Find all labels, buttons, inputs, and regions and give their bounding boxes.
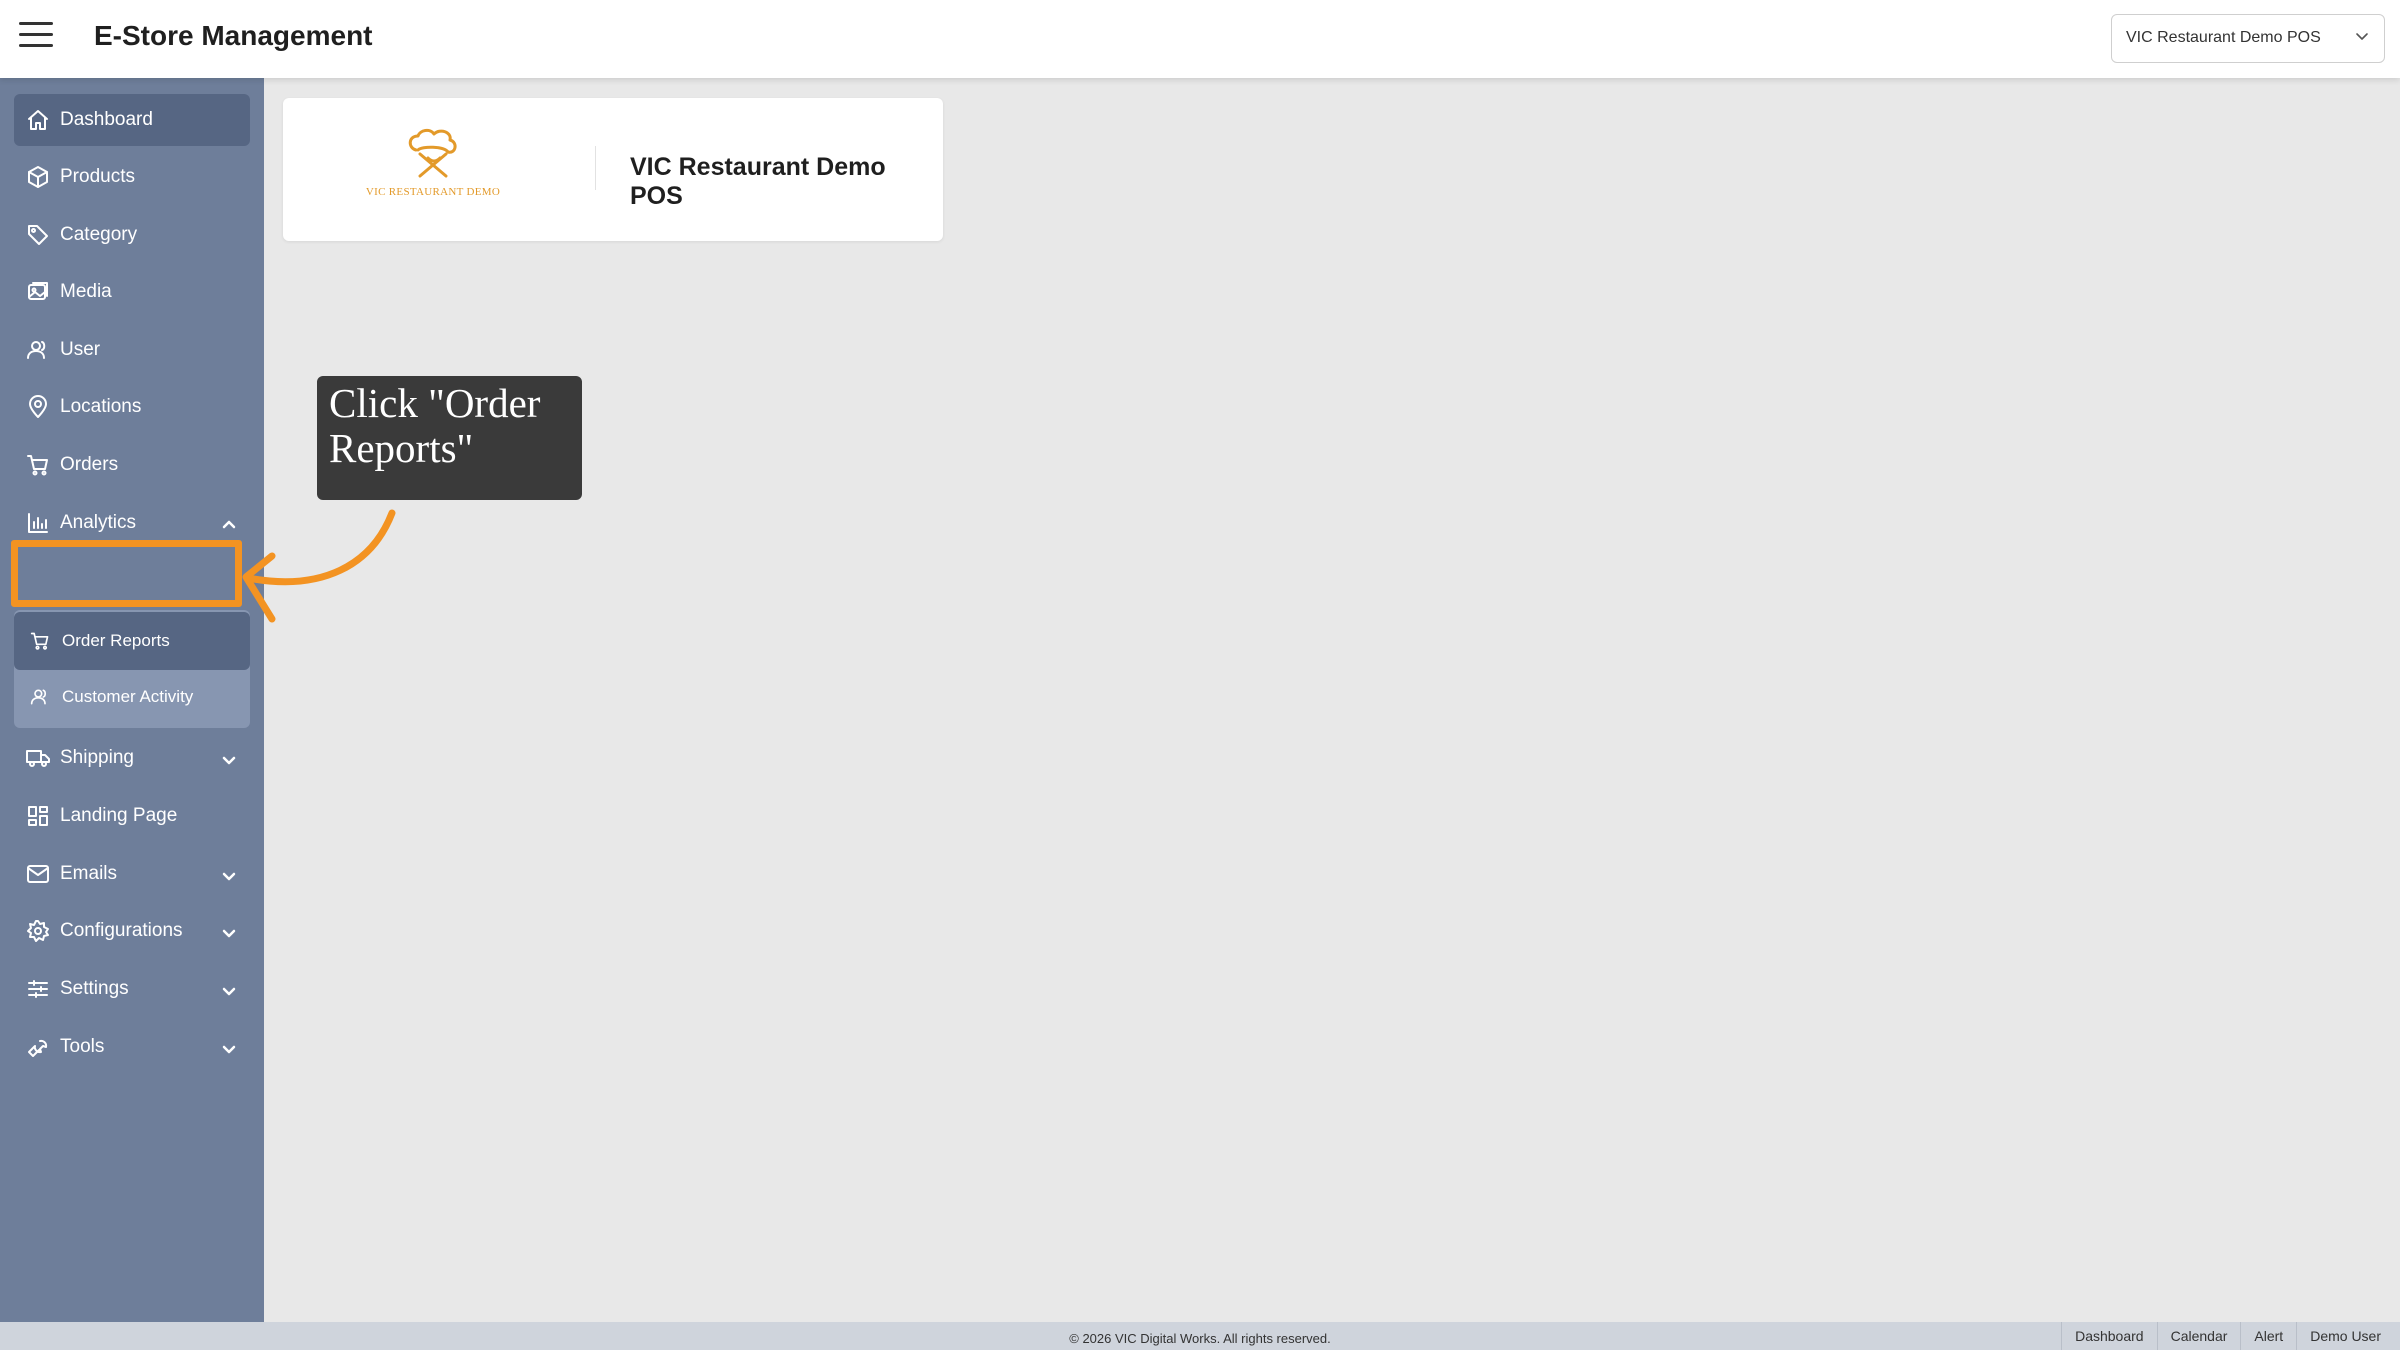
sidebar: Dashboard Products Category Media User L… bbox=[0, 78, 264, 1322]
sidebar-item-settings[interactable]: Settings bbox=[14, 963, 250, 1015]
card-divider bbox=[595, 146, 596, 190]
sidebar-item-tools[interactable]: Tools bbox=[14, 1021, 250, 1073]
sidebar-item-label: Tools bbox=[60, 1036, 105, 1057]
chevron-down-icon bbox=[222, 924, 236, 938]
copyright-text: © 2026 VIC Digital Works. All rights res… bbox=[1069, 1331, 1331, 1346]
top-bar: E-Store Management VIC Restaurant Demo P… bbox=[0, 0, 2400, 78]
sidebar-item-dashboard[interactable]: Dashboard bbox=[14, 94, 250, 146]
logo-text: VIC RESTAURANT DEMO bbox=[365, 186, 501, 198]
mail-icon bbox=[26, 862, 50, 886]
sidebar-item-orders[interactable]: Orders bbox=[14, 439, 250, 491]
sidebar-subitem-customer-activity[interactable]: Customer Activity bbox=[14, 672, 250, 722]
chevron-down-icon bbox=[222, 867, 236, 881]
store-logo: VIC RESTAURANT DEMO bbox=[358, 128, 508, 203]
sidebar-item-label: Analytics bbox=[60, 512, 137, 533]
bar-chart-icon bbox=[26, 511, 50, 535]
users-icon bbox=[26, 338, 50, 362]
chevron-up-icon bbox=[222, 516, 236, 530]
sidebar-item-configurations[interactable]: Configurations bbox=[14, 905, 250, 957]
store-selector-value: VIC Restaurant Demo POS bbox=[2126, 29, 2321, 46]
sliders-icon bbox=[26, 977, 50, 1001]
sidebar-item-category[interactable]: Category bbox=[14, 209, 250, 261]
chevron-down-icon bbox=[222, 1040, 236, 1054]
truck-icon bbox=[26, 746, 50, 770]
chevron-down-icon bbox=[2356, 33, 2368, 40]
layout-grid-icon bbox=[26, 804, 50, 828]
sidebar-item-label: Products bbox=[60, 166, 135, 187]
sidebar-item-label: Settings bbox=[60, 978, 129, 999]
hamburger-icon[interactable] bbox=[19, 22, 53, 52]
footer-link-alert[interactable]: Alert bbox=[2240, 1322, 2296, 1350]
chevron-down-icon bbox=[222, 751, 236, 765]
sidebar-item-label: Orders bbox=[60, 454, 119, 475]
cart-icon bbox=[26, 453, 50, 477]
sidebar-subitem-label: Order Reports bbox=[62, 631, 170, 650]
sidebar-item-label: User bbox=[60, 339, 101, 360]
users-icon bbox=[30, 687, 50, 707]
sidebar-item-label: Category bbox=[60, 224, 138, 245]
footer-link-demo-user[interactable]: Demo User bbox=[2296, 1322, 2394, 1350]
footer-link-calendar[interactable]: Calendar bbox=[2156, 1322, 2241, 1350]
sidebar-item-landing-page[interactable]: Landing Page bbox=[14, 790, 250, 842]
sidebar-item-analytics[interactable]: Analytics bbox=[14, 497, 250, 549]
sidebar-item-locations[interactable]: Locations bbox=[14, 381, 250, 433]
footer-links: Dashboard Calendar Alert Demo User bbox=[2061, 1322, 2394, 1350]
chef-hat-icon bbox=[408, 128, 457, 178]
analytics-submenu: Order Reports Customer Activity bbox=[14, 610, 250, 728]
sidebar-subitem-label: Customer Activity bbox=[62, 687, 194, 706]
sidebar-item-user[interactable]: User bbox=[14, 324, 250, 376]
store-name: VIC Restaurant Demo POS bbox=[630, 153, 886, 210]
sidebar-item-products[interactable]: Products bbox=[14, 151, 250, 203]
wrench-icon bbox=[26, 1035, 50, 1059]
store-card: VIC RESTAURANT DEMO VIC Restaurant Demo … bbox=[283, 98, 943, 241]
sidebar-subitem-order-reports[interactable]: Order Reports bbox=[14, 612, 250, 670]
map-pin-icon bbox=[26, 395, 50, 419]
tag-icon bbox=[26, 223, 50, 247]
tutorial-callout: Click "Order Reports" bbox=[317, 376, 582, 500]
store-selector[interactable]: VIC Restaurant Demo POS bbox=[2111, 14, 2385, 63]
sidebar-item-label: Emails bbox=[60, 863, 118, 884]
footer: © 2026 VIC Digital Works. All rights res… bbox=[0, 1322, 2400, 1350]
sidebar-item-label: Media bbox=[60, 281, 112, 302]
sidebar-item-label: Locations bbox=[60, 396, 142, 417]
images-icon bbox=[26, 280, 50, 304]
sidebar-item-emails[interactable]: Emails bbox=[14, 848, 250, 900]
box-icon bbox=[26, 165, 50, 189]
app-title: E-Store Management bbox=[94, 20, 373, 51]
sidebar-item-label: Shipping bbox=[60, 747, 134, 768]
sidebar-item-label: Landing Page bbox=[60, 805, 178, 826]
gear-icon bbox=[26, 919, 50, 943]
sidebar-item-label: Configurations bbox=[60, 920, 183, 941]
sidebar-item-label: Dashboard bbox=[60, 109, 153, 130]
chevron-down-icon bbox=[222, 982, 236, 996]
sidebar-item-media[interactable]: Media bbox=[14, 266, 250, 318]
footer-link-dashboard[interactable]: Dashboard bbox=[2061, 1322, 2157, 1350]
home-icon bbox=[26, 108, 50, 132]
cart-icon bbox=[30, 631, 50, 651]
sidebar-item-shipping[interactable]: Shipping bbox=[14, 732, 250, 784]
